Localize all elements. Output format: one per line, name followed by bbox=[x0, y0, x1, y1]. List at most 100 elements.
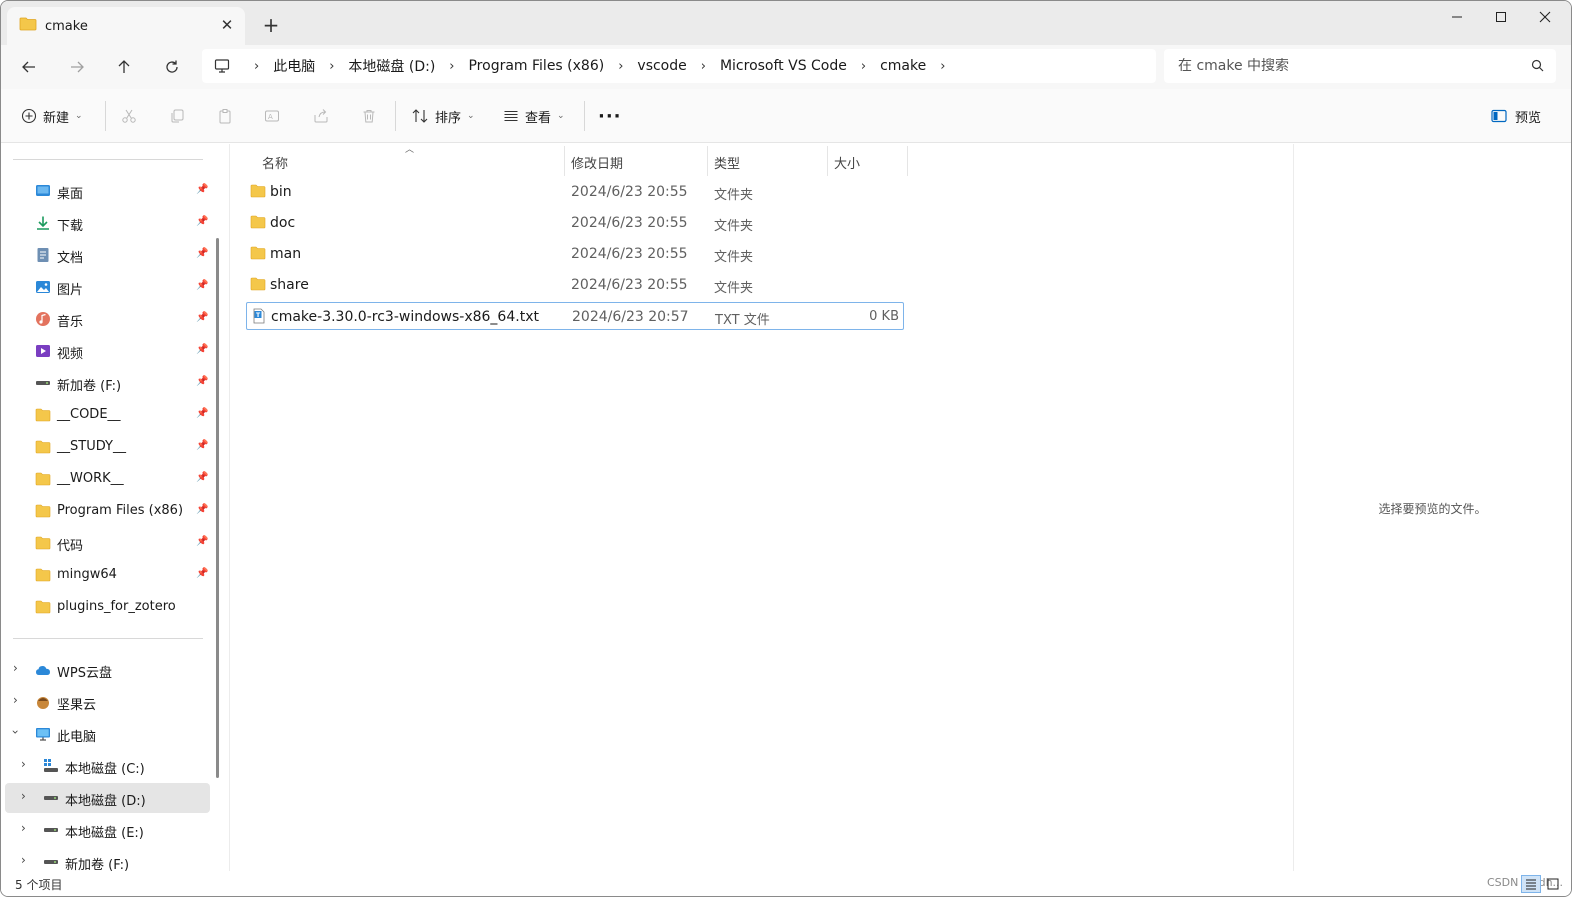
sidebar-item-code[interactable]: __CODE__ 📌 bbox=[1, 400, 211, 430]
sidebar-item-documents[interactable]: 文档 📌 bbox=[1, 240, 211, 270]
table-row[interactable]: doc 2024/6/23 20:55 文件夹 bbox=[246, 209, 904, 237]
pin-icon[interactable]: 📌 bbox=[196, 280, 208, 291]
sidebar-item-desktop[interactable]: 桌面 📌 bbox=[1, 176, 211, 206]
breadcrumb-cmake[interactable]: cmake bbox=[880, 58, 926, 74]
sidebar-item-pictures[interactable]: 图片 📌 bbox=[1, 272, 211, 302]
chevron-right-icon[interactable]: › bbox=[329, 59, 334, 74]
chevron-right-icon[interactable]: › bbox=[940, 59, 945, 74]
search-input[interactable] bbox=[1178, 58, 1518, 74]
sidebar-item-daima[interactable]: 代码 📌 bbox=[1, 528, 211, 558]
chevron-down-icon[interactable]: › bbox=[8, 730, 22, 735]
table-row[interactable]: bin 2024/6/23 20:55 文件夹 bbox=[246, 178, 904, 206]
table-row[interactable]: share 2024/6/23 20:55 文件夹 bbox=[246, 271, 904, 299]
tiles-view-button[interactable] bbox=[1543, 875, 1563, 893]
search-icon[interactable] bbox=[1531, 59, 1544, 76]
table-row[interactable]: man 2024/6/23 20:55 文件夹 bbox=[246, 240, 904, 268]
sidebar-item-mingw64[interactable]: mingw64 📌 bbox=[1, 560, 211, 590]
sidebar-item-volume-f[interactable]: 新加卷 (F:) 📌 bbox=[1, 368, 211, 398]
breadcrumb-vscode[interactable]: vscode bbox=[637, 58, 686, 74]
pin-icon[interactable]: 📌 bbox=[196, 312, 208, 323]
list-view-icon bbox=[504, 110, 518, 122]
up-button[interactable] bbox=[110, 53, 138, 81]
pin-icon[interactable]: 📌 bbox=[196, 376, 208, 387]
preview-pane-button[interactable]: 预览 bbox=[1491, 103, 1541, 129]
new-tab-button[interactable]: + bbox=[259, 13, 283, 37]
pin-icon[interactable]: 📌 bbox=[196, 568, 208, 579]
more-options-button[interactable]: ··· bbox=[598, 103, 622, 129]
back-button[interactable] bbox=[15, 53, 43, 81]
column-divider[interactable] bbox=[564, 146, 565, 176]
pin-icon[interactable]: 📌 bbox=[196, 184, 208, 195]
sidebar-item-program-files[interactable]: Program Files (x86) 📌 bbox=[1, 496, 211, 526]
chevron-right-icon[interactable]: › bbox=[13, 661, 18, 675]
sidebar-item-wps-cloud[interactable]: › WPS云盘 bbox=[1, 655, 211, 685]
chevron-right-icon[interactable]: › bbox=[21, 853, 26, 867]
pin-icon[interactable]: 📌 bbox=[196, 344, 208, 355]
search-box[interactable] bbox=[1164, 49, 1556, 83]
pin-icon[interactable]: 📌 bbox=[196, 440, 208, 451]
breadcrumb-microsoft-vs-code[interactable]: Microsoft VS Code bbox=[720, 58, 847, 74]
view-button[interactable]: 查看 ⌄ bbox=[503, 103, 565, 129]
file-type: 文件夹 bbox=[714, 219, 754, 234]
chevron-right-icon[interactable]: › bbox=[21, 821, 26, 835]
sidebar-item-this-pc[interactable]: › 此电脑 bbox=[1, 719, 211, 749]
rename-button[interactable]: A bbox=[264, 103, 280, 129]
sidebar-item-drive-d[interactable]: › 本地磁盘 (D:) bbox=[5, 783, 210, 813]
sidebar-item-label: WPS云盘 bbox=[57, 666, 112, 681]
column-divider[interactable] bbox=[907, 146, 908, 176]
column-divider[interactable] bbox=[827, 146, 828, 176]
new-button[interactable]: 新建 ⌄ bbox=[21, 103, 83, 129]
clipboard-icon bbox=[219, 109, 231, 124]
paste-button[interactable] bbox=[217, 103, 233, 129]
sidebar-item-plugins-for-zotero[interactable]: plugins_for_zotero bbox=[1, 592, 211, 622]
column-header-modified[interactable]: 修改日期 bbox=[571, 148, 623, 176]
column-header-size[interactable]: 大小 bbox=[834, 148, 860, 176]
chevron-right-icon[interactable]: › bbox=[13, 693, 18, 707]
chevron-right-icon[interactable]: › bbox=[701, 59, 706, 74]
copy-button[interactable] bbox=[169, 103, 185, 129]
breadcrumb-this-pc[interactable]: 此电脑 bbox=[273, 56, 315, 76]
delete-button[interactable] bbox=[361, 103, 377, 129]
chevron-right-icon[interactable]: › bbox=[861, 59, 866, 74]
sidebar-item-drive-c[interactable]: › 本地磁盘 (C:) bbox=[1, 751, 211, 781]
maximize-button[interactable] bbox=[1479, 1, 1523, 33]
forward-button[interactable] bbox=[63, 53, 91, 81]
pin-icon[interactable]: 📌 bbox=[196, 536, 208, 547]
sidebar-item-label: Program Files (x86) bbox=[57, 503, 184, 518]
cut-button[interactable] bbox=[121, 103, 137, 129]
sidebar-item-videos[interactable]: 视频 📌 bbox=[1, 336, 211, 366]
minimize-button[interactable] bbox=[1435, 1, 1479, 33]
chevron-right-icon[interactable]: › bbox=[449, 59, 454, 74]
details-view-button[interactable] bbox=[1521, 875, 1541, 893]
breadcrumb-drive-d[interactable]: 本地磁盘 (D:) bbox=[348, 56, 435, 76]
chevron-right-icon[interactable]: › bbox=[21, 789, 26, 803]
sidebar-item-drive-e[interactable]: › 本地磁盘 (E:) bbox=[1, 815, 211, 845]
chevron-right-icon[interactable]: › bbox=[618, 59, 623, 74]
pin-icon[interactable]: 📌 bbox=[196, 504, 208, 515]
desktop-icon bbox=[36, 185, 50, 196]
sidebar-item-nutstore[interactable]: › 坚果云 bbox=[1, 687, 211, 717]
address-bar[interactable]: › 此电脑 › 本地磁盘 (D:) › Program Files (x86) … bbox=[202, 49, 1156, 83]
chevron-right-icon[interactable]: › bbox=[254, 59, 259, 74]
breadcrumb-program-files[interactable]: Program Files (x86) bbox=[468, 58, 604, 74]
column-header-name[interactable]: 名称 bbox=[262, 148, 288, 176]
table-row[interactable]: T cmake-3.30.0-rc3-windows-x86_64.txt 20… bbox=[246, 302, 904, 330]
close-tab-icon[interactable]: ✕ bbox=[219, 17, 235, 33]
sidebar-item-study[interactable]: __STUDY__ 📌 bbox=[1, 432, 211, 462]
sidebar-item-work[interactable]: __WORK__ 📌 bbox=[1, 464, 211, 494]
column-header-type[interactable]: 类型 bbox=[714, 148, 740, 176]
pin-icon[interactable]: 📌 bbox=[196, 216, 208, 227]
sidebar-item-downloads[interactable]: 下载 📌 bbox=[1, 208, 211, 238]
share-button[interactable] bbox=[313, 103, 329, 129]
chevron-right-icon[interactable]: › bbox=[21, 757, 26, 771]
pin-icon[interactable]: 📌 bbox=[196, 472, 208, 483]
close-window-button[interactable] bbox=[1523, 1, 1567, 33]
column-divider[interactable] bbox=[707, 146, 708, 176]
pin-icon[interactable]: 📌 bbox=[196, 408, 208, 419]
sidebar-scrollbar[interactable] bbox=[216, 238, 219, 778]
sidebar-item-music[interactable]: 音乐 📌 bbox=[1, 304, 211, 334]
pin-icon[interactable]: 📌 bbox=[196, 248, 208, 259]
tab-cmake[interactable]: cmake ✕ bbox=[7, 7, 245, 45]
sort-button[interactable]: 排序 ⌄ bbox=[411, 103, 475, 129]
refresh-button[interactable] bbox=[158, 53, 186, 81]
